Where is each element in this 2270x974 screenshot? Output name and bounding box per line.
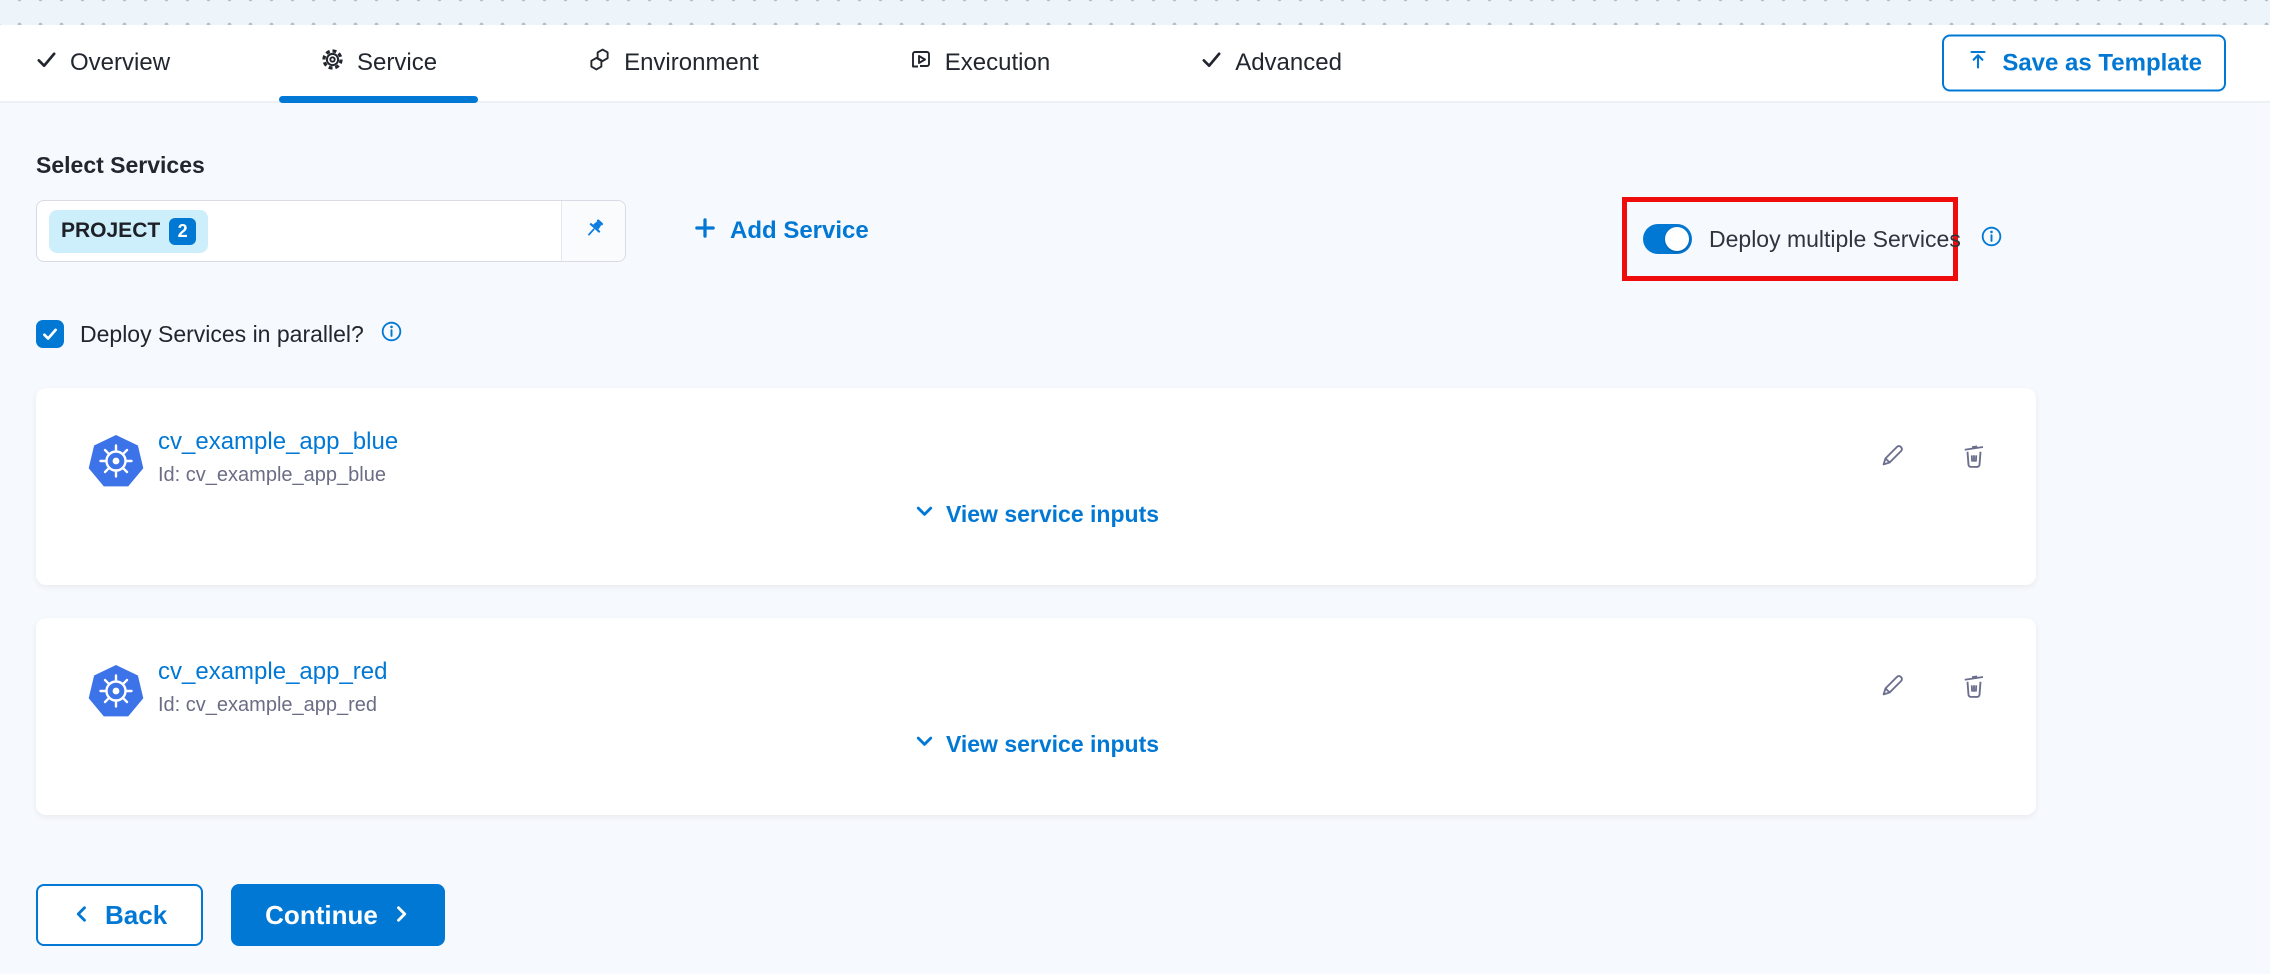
deploy-multiple-services-toggle[interactable] bbox=[1643, 224, 1692, 254]
kubernetes-icon bbox=[88, 664, 144, 725]
chevron-down-icon bbox=[913, 500, 936, 529]
selected-services-zone: PROJECT 2 bbox=[37, 201, 561, 261]
continue-label: Continue bbox=[265, 900, 378, 931]
project-chip-label: PROJECT bbox=[61, 219, 160, 243]
project-chip[interactable]: PROJECT 2 bbox=[49, 210, 208, 253]
back-label: Back bbox=[105, 900, 167, 931]
add-service-button[interactable]: Add Service bbox=[692, 200, 869, 262]
add-service-label: Add Service bbox=[730, 217, 869, 245]
service-id-text: Id: cv_example_app_blue bbox=[158, 464, 386, 487]
view-service-inputs-label: View service inputs bbox=[946, 731, 1159, 758]
tab-environment[interactable]: Environment bbox=[542, 25, 804, 101]
service-card-actions bbox=[1876, 440, 1990, 472]
stage-tabbar: Overview Service bbox=[0, 25, 2270, 103]
active-tab-underline bbox=[279, 96, 478, 103]
back-button[interactable]: Back bbox=[36, 884, 203, 946]
tab-label: Service bbox=[357, 49, 437, 77]
toggle-knob bbox=[1665, 227, 1689, 251]
info-icon[interactable] bbox=[380, 320, 403, 348]
tab-label: Environment bbox=[624, 49, 759, 77]
deploy-multiple-services-label: Deploy multiple Services bbox=[1709, 226, 1961, 253]
wizard-footer: Back Continue bbox=[36, 884, 445, 946]
service-card: cv_example_app_red Id: cv_example_app_re… bbox=[36, 618, 2036, 815]
plus-icon bbox=[692, 215, 718, 248]
tab-label: Overview bbox=[70, 49, 170, 77]
view-inputs-row: View service inputs bbox=[36, 730, 2036, 759]
environment-icon bbox=[587, 47, 612, 79]
tab-label: Execution bbox=[945, 49, 1050, 77]
chevron-down-icon bbox=[913, 730, 936, 759]
edit-pencil-icon[interactable] bbox=[1876, 670, 1908, 702]
continue-button[interactable]: Continue bbox=[231, 884, 445, 946]
view-service-inputs-link[interactable]: View service inputs bbox=[913, 500, 1159, 529]
save-as-template-button[interactable]: Save as Template bbox=[1942, 35, 2226, 92]
deploy-parallel-label: Deploy Services in parallel? bbox=[80, 321, 364, 348]
view-service-inputs-link[interactable]: View service inputs bbox=[913, 730, 1159, 759]
check-icon bbox=[35, 48, 58, 78]
deploy-parallel-row: Deploy Services in parallel? bbox=[36, 320, 403, 348]
service-name-link[interactable]: cv_example_app_blue bbox=[158, 428, 398, 456]
save-as-template-label: Save as Template bbox=[2002, 49, 2202, 77]
service-id-text: Id: cv_example_app_red bbox=[158, 694, 377, 717]
select-services-label: Select Services bbox=[36, 152, 205, 179]
service-name-link[interactable]: cv_example_app_red bbox=[158, 658, 388, 686]
view-service-inputs-label: View service inputs bbox=[946, 501, 1159, 528]
kubernetes-icon bbox=[88, 434, 144, 495]
tab-service[interactable]: Service bbox=[275, 25, 482, 101]
tab-advanced[interactable]: Advanced bbox=[1155, 25, 1387, 101]
upload-icon bbox=[1966, 48, 1990, 79]
service-select-input[interactable]: PROJECT 2 bbox=[36, 200, 626, 262]
tab-overview[interactable]: Overview bbox=[0, 25, 215, 101]
trash-icon[interactable] bbox=[1958, 440, 1990, 472]
chevron-left-icon bbox=[72, 900, 92, 931]
stage-tabs: Overview Service bbox=[0, 25, 1387, 101]
deploy-multiple-services-highlight: Deploy multiple Services bbox=[1622, 197, 1958, 281]
service-card-actions bbox=[1876, 670, 1990, 702]
service-config-page: Overview Service bbox=[0, 0, 2270, 974]
info-icon[interactable] bbox=[1980, 225, 2003, 253]
gear-icon bbox=[320, 47, 345, 79]
service-card: cv_example_app_blue Id: cv_example_app_b… bbox=[36, 388, 2036, 585]
execution-icon bbox=[909, 48, 933, 79]
pin-icon bbox=[581, 216, 607, 247]
trash-icon[interactable] bbox=[1958, 670, 1990, 702]
pin-runtime-input-button[interactable] bbox=[561, 201, 625, 261]
pipeline-canvas-dots bbox=[0, 0, 2270, 25]
chevron-right-icon bbox=[391, 900, 411, 931]
tab-label: Advanced bbox=[1235, 49, 1342, 77]
deploy-parallel-checkbox[interactable] bbox=[36, 320, 64, 348]
check-icon bbox=[1200, 48, 1223, 78]
tab-execution[interactable]: Execution bbox=[864, 25, 1095, 101]
project-chip-count-badge: 2 bbox=[169, 218, 196, 245]
edit-pencil-icon[interactable] bbox=[1876, 440, 1908, 472]
view-inputs-row: View service inputs bbox=[36, 500, 2036, 529]
